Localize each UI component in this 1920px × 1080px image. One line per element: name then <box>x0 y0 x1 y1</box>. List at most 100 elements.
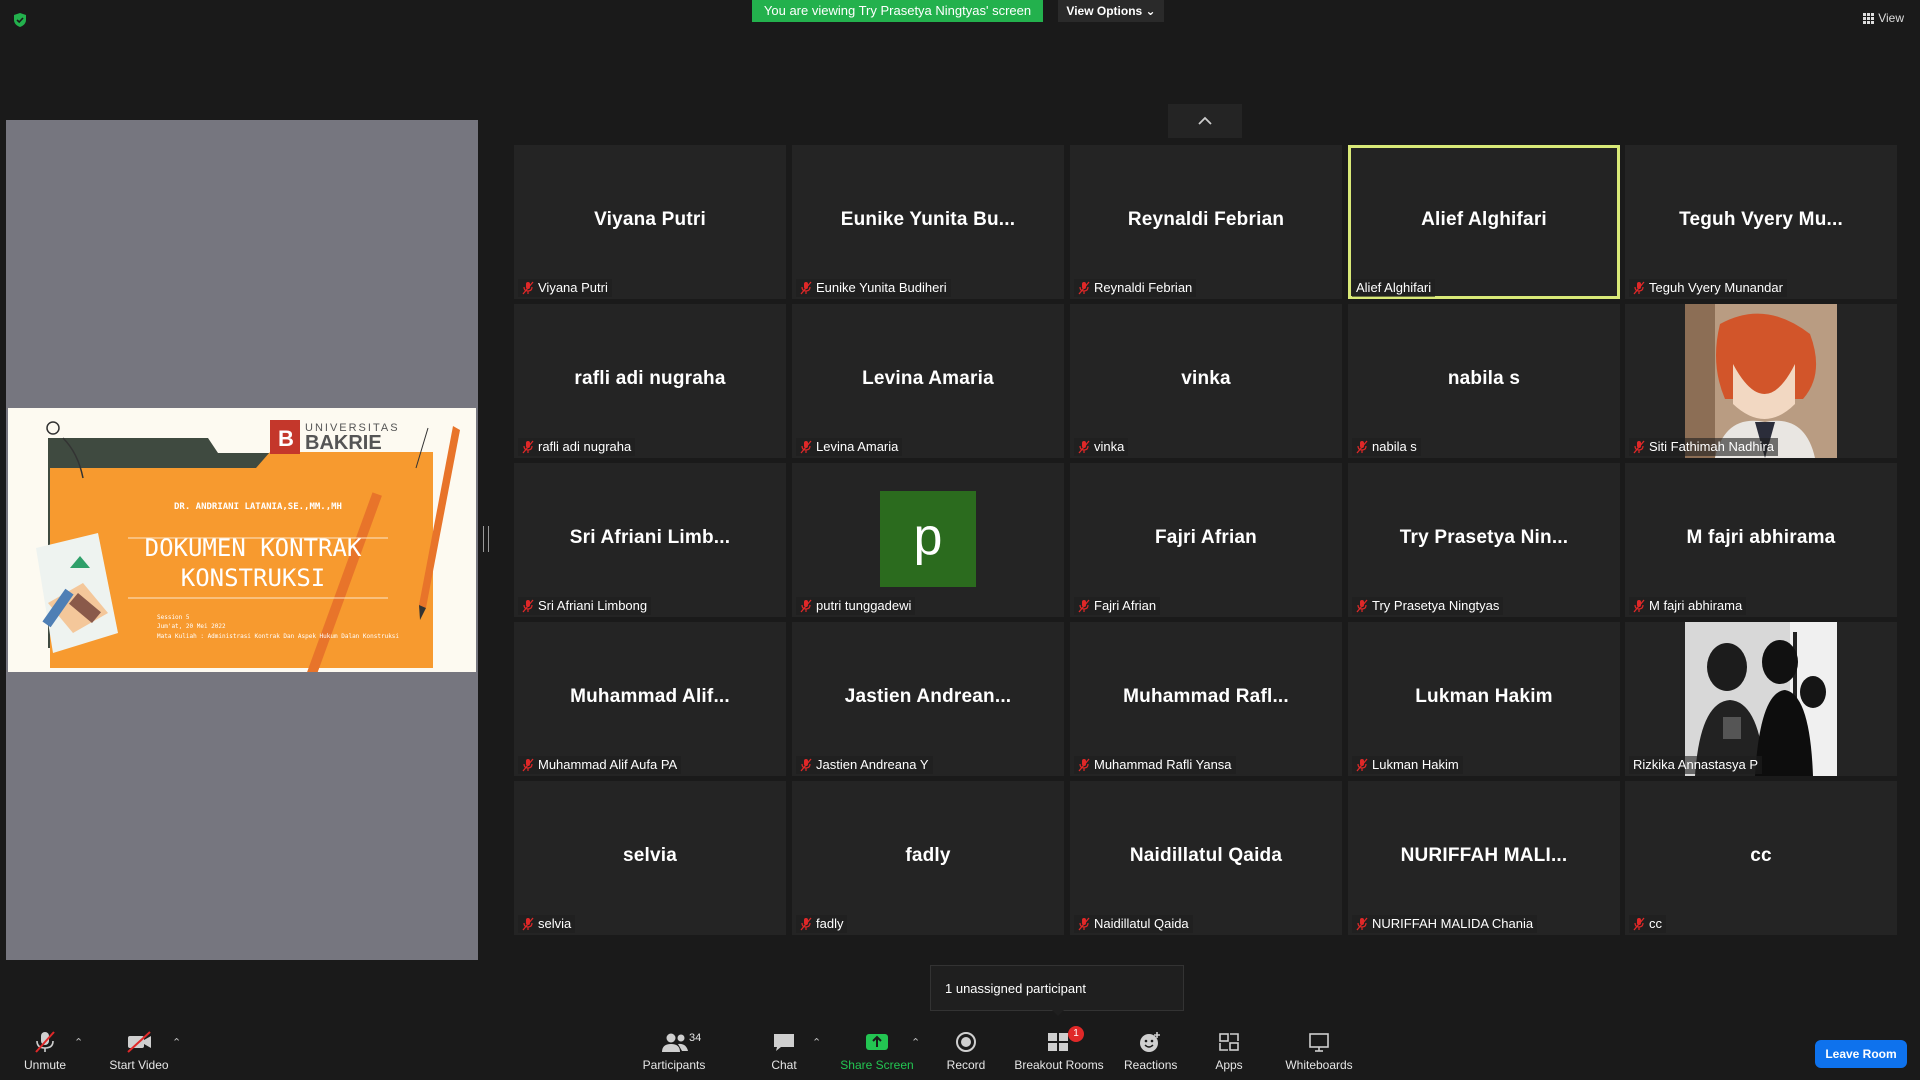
participant-name: Try Prasetya Ningtyas <box>1372 598 1500 613</box>
record-button[interactable]: Record <box>944 1030 988 1072</box>
muted-mic-icon <box>800 281 812 295</box>
participant-name-label: vinka <box>1074 438 1129 456</box>
group-photo-image <box>1685 622 1837 776</box>
participants-button[interactable]: 34 Participants <box>640 1030 708 1072</box>
participant-name-label: Levina Amaria <box>796 438 903 456</box>
participant-name: rafli adi nugraha <box>538 439 632 454</box>
participant-tile[interactable]: cc cc <box>1625 781 1897 935</box>
participant-name-label: Jastien Andreana Y <box>796 756 933 774</box>
whiteboards-label: Whiteboards <box>1285 1058 1353 1072</box>
participant-display-name: selvia <box>622 845 678 866</box>
reactions-button[interactable]: Reactions <box>1124 1030 1177 1072</box>
participant-name-label: Rizkika Annastasya P <box>1629 756 1763 774</box>
participant-tile[interactable]: Rizkika Annastasya P <box>1625 622 1897 776</box>
participant-name: Teguh Vyery Munandar <box>1649 280 1783 295</box>
muted-mic-icon <box>1078 440 1090 454</box>
participant-tile[interactable]: Naidillatul Qaida Naidillatul Qaida <box>1070 781 1342 935</box>
participant-name: Lukman Hakim <box>1372 757 1459 772</box>
participant-tile[interactable]: fadly fadly <box>792 781 1064 935</box>
leave-room-button[interactable]: Leave Room <box>1815 1040 1907 1068</box>
participant-tile[interactable]: Alief Alghifari Alief Alghifari <box>1348 145 1620 299</box>
view-options-button[interactable]: View Options ⌄ <box>1058 0 1164 22</box>
participant-tile[interactable]: Reynaldi Febrian Reynaldi Febrian <box>1070 145 1342 299</box>
apps-button[interactable]: Apps <box>1212 1030 1246 1072</box>
participant-tile[interactable]: Muhammad Rafl... Muhammad Rafli Yansa <box>1070 622 1342 776</box>
participant-name: Naidillatul Qaida <box>1094 916 1189 931</box>
muted-mic-icon <box>1078 599 1090 613</box>
slide-author: DR. ANDRIANI LATANIA,SE.,MM.,MH <box>174 502 342 512</box>
start-video-button[interactable]: Start Video <box>106 1030 172 1072</box>
participant-tile[interactable]: Muhammad Alif... Muhammad Alif Aufa PA <box>514 622 786 776</box>
participant-tile[interactable]: M fajri abhirama M fajri abhirama <box>1625 463 1897 617</box>
participant-tile[interactable]: selvia selvia <box>514 781 786 935</box>
participant-name: Rizkika Annastasya P <box>1633 757 1759 772</box>
participant-name: Levina Amaria <box>816 439 899 454</box>
muted-mic-icon <box>522 917 534 931</box>
participant-tile[interactable]: Levina Amaria Levina Amaria <box>792 304 1064 458</box>
participant-name-label: Eunike Yunita Budiheri <box>796 279 951 297</box>
apps-icon <box>1219 1033 1239 1051</box>
participant-tile[interactable]: Viyana Putri Viyana Putri <box>514 145 786 299</box>
participant-name-label: selvia <box>518 915 576 933</box>
participant-display-name: Eunike Yunita Bu... <box>840 209 1016 230</box>
participant-tile[interactable]: Sri Afriani Limb... Sri Afriani Limbong <box>514 463 786 617</box>
participant-name-label: Muhammad Alif Aufa PA <box>518 756 682 774</box>
slide-date: Jum'at, 20 Mei 2022 <box>157 623 226 630</box>
muted-mic-icon <box>1356 758 1368 772</box>
unmute-label: Unmute <box>23 1058 67 1072</box>
participant-name: Siti Fathimah Nadhira <box>1649 439 1774 454</box>
participant-name: fadly <box>816 916 844 931</box>
participant-tile[interactable]: nabila s nabila s <box>1348 304 1620 458</box>
muted-mic-icon <box>1356 917 1368 931</box>
participant-name: cc <box>1649 916 1662 931</box>
participant-name: Fajri Afrian <box>1094 598 1157 613</box>
participant-tile[interactable]: Try Prasetya Nin... Try Prasetya Ningtyas <box>1348 463 1620 617</box>
participant-display-name: cc <box>1750 845 1772 866</box>
participant-tile[interactable]: Siti Fathimah Nadhira <box>1625 304 1897 458</box>
participant-display-name: M fajri abhirama <box>1686 527 1836 548</box>
participant-tile[interactable]: NURIFFAH MALI... NURIFFAH MALIDA Chania <box>1348 781 1620 935</box>
participant-display-name: Reynaldi Febrian <box>1127 209 1285 230</box>
participant-tile[interactable]: p putri tunggadewi <box>792 463 1064 617</box>
audio-options-caret[interactable]: ⌃ <box>74 1036 83 1049</box>
participant-tile[interactable]: Eunike Yunita Bu... Eunike Yunita Budiher… <box>792 145 1064 299</box>
breakout-rooms-label: Breakout Rooms <box>1014 1058 1104 1072</box>
chat-button[interactable]: Chat <box>764 1030 804 1072</box>
participant-name-label: rafli adi nugraha <box>518 438 636 456</box>
participant-name-label: Lukman Hakim <box>1352 756 1463 774</box>
share-screen-button[interactable]: Share Screen <box>840 1030 914 1072</box>
participant-display-name: Muhammad Alif... <box>570 686 730 707</box>
unmute-button[interactable]: Unmute <box>22 1030 68 1072</box>
security-shield-icon[interactable] <box>12 12 28 28</box>
chat-label: Chat <box>771 1058 797 1072</box>
participant-tile[interactable]: Teguh Vyery Mu... Teguh Vyery Munandar <box>1625 145 1897 299</box>
participant-name-label: cc <box>1629 915 1666 933</box>
view-button[interactable]: View <box>1863 11 1904 25</box>
participant-display-name: fadly <box>905 845 951 866</box>
participant-display-name: nabila s <box>1447 368 1521 389</box>
participant-display-name: rafli adi nugraha <box>574 368 726 389</box>
participant-display-name: NURIFFAH MALI... <box>1400 845 1568 866</box>
share-options-caret[interactable]: ⌃ <box>911 1036 920 1049</box>
participant-name-label: Sri Afriani Limbong <box>518 597 652 615</box>
gallery-scroll-up-button[interactable] <box>1168 104 1242 138</box>
breakout-rooms-button[interactable]: 1 Breakout Rooms <box>1012 1026 1106 1072</box>
slide-course: Mata Kuliah : Administrasi Kontrak Dan A… <box>157 633 400 640</box>
video-options-caret[interactable]: ⌃ <box>172 1036 181 1049</box>
participant-avatar: p <box>880 491 976 587</box>
muted-mic-icon <box>1633 599 1645 613</box>
share-screen-icon <box>866 1034 888 1050</box>
participant-display-name: Alief Alghifari <box>1421 209 1547 230</box>
participant-tile[interactable]: Jastien Andrean... Jastien Andreana Y <box>792 622 1064 776</box>
participant-display-name: Viyana Putri <box>594 209 706 230</box>
whiteboards-button[interactable]: Whiteboards <box>1284 1030 1354 1072</box>
panel-splitter-handle[interactable] <box>483 526 489 552</box>
muted-mic-icon <box>1356 440 1368 454</box>
participant-tile[interactable]: rafli adi nugraha rafli adi nugraha <box>514 304 786 458</box>
participant-tile[interactable]: vinka vinka <box>1070 304 1342 458</box>
video-off-icon <box>127 1031 151 1053</box>
participant-tile[interactable]: Lukman Hakim Lukman Hakim <box>1348 622 1620 776</box>
participant-tile[interactable]: Fajri Afrian Fajri Afrian <box>1070 463 1342 617</box>
whiteboard-icon <box>1309 1033 1329 1052</box>
chat-options-caret[interactable]: ⌃ <box>812 1036 821 1049</box>
